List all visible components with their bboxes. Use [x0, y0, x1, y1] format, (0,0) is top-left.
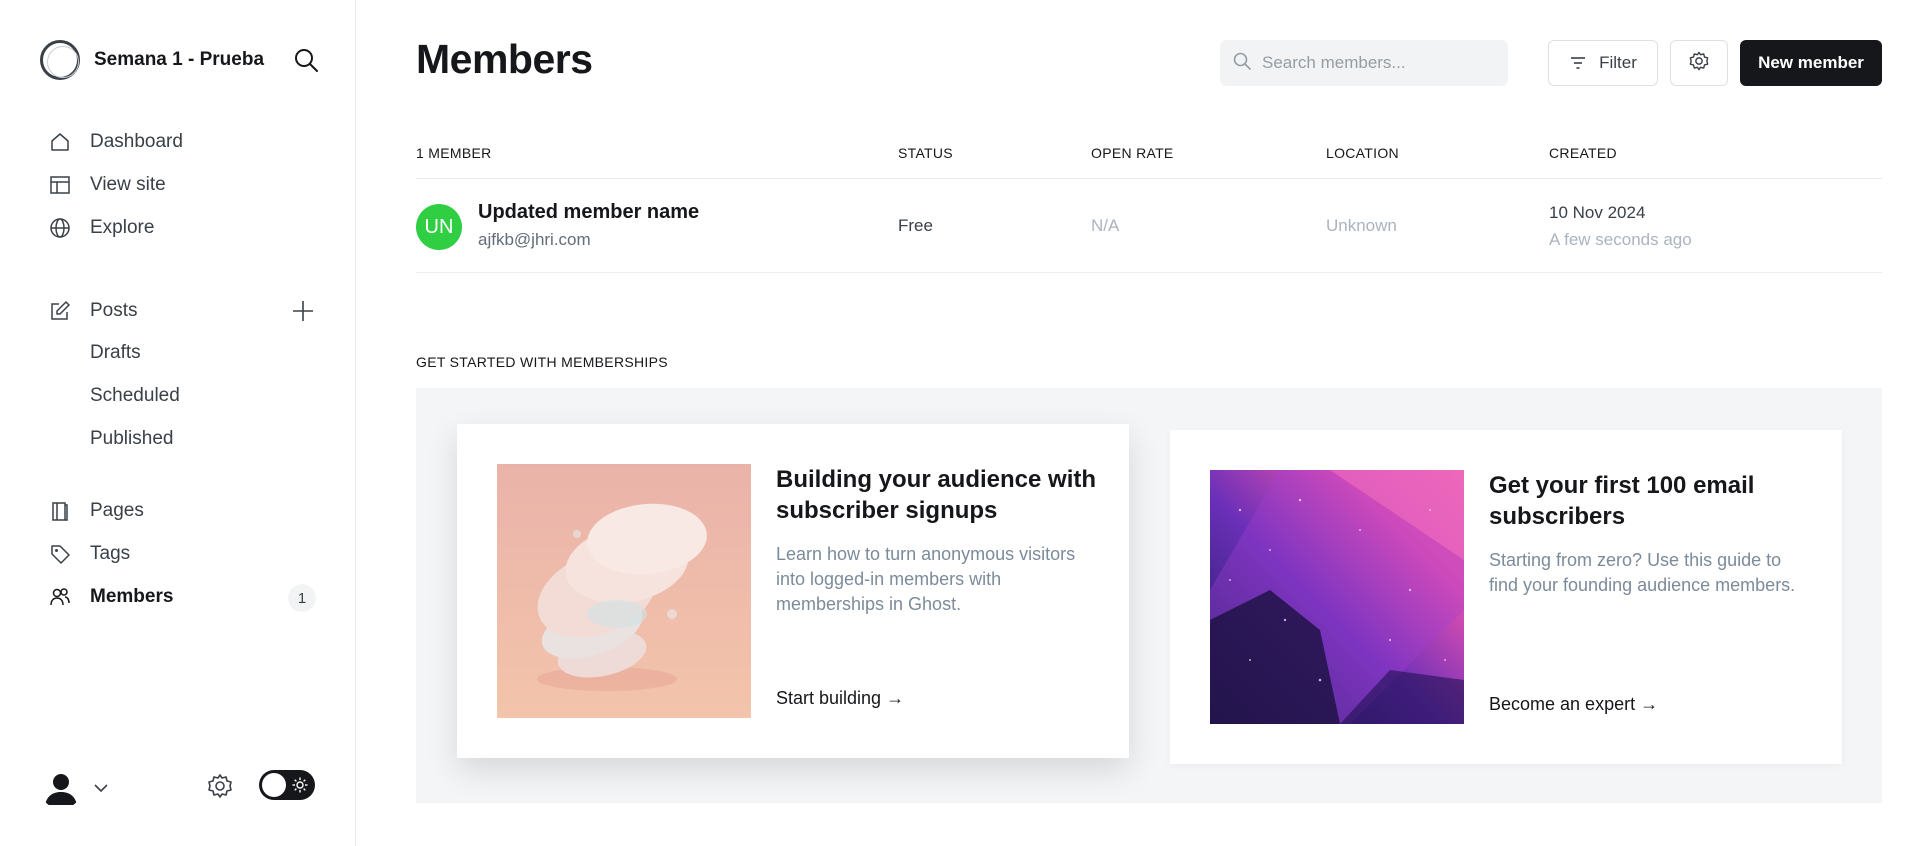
get-started-card[interactable]: Get your first 100 email subscribers Sta…	[1170, 430, 1842, 764]
site-title[interactable]: Semana 1 - Prueba	[94, 49, 274, 71]
tag-icon	[48, 542, 72, 566]
nav-members[interactable]: Members	[48, 580, 173, 614]
nav-label: Members	[90, 586, 174, 607]
search-members-input[interactable]	[1262, 53, 1502, 73]
search-members-box[interactable]	[1220, 40, 1508, 86]
filter-button[interactable]: Filter	[1548, 40, 1658, 86]
card-image-purple-space	[1210, 470, 1464, 724]
filter-label: Filter	[1599, 53, 1637, 72]
home-icon	[48, 130, 72, 154]
card-title: Building your audience with subscriber s…	[776, 466, 1097, 524]
member-created-date: 10 Nov 2024	[1549, 203, 1646, 222]
nav-view-site[interactable]: View site	[48, 168, 166, 202]
nav-label: View site	[90, 174, 166, 195]
nav-posts[interactable]: Posts	[48, 294, 138, 328]
sidebar: Semana 1 - Prueba Dashboard View site Ex…	[0, 0, 356, 846]
nav-pages[interactable]: Pages	[48, 494, 144, 528]
column-header-created: Created	[1549, 145, 1617, 161]
edit-icon	[48, 299, 72, 323]
column-header-status: Status	[898, 145, 953, 161]
become-expert-link[interactable]: Become an expert →	[1489, 694, 1658, 715]
main-content: Members Filter New member 1 member Statu…	[356, 0, 1920, 846]
get-started-heading: GET STARTED WITH MEMBERSHIPS	[416, 354, 668, 370]
toggle-knob	[262, 773, 286, 797]
member-avatar: UN	[416, 204, 462, 250]
new-post-plus-icon[interactable]	[290, 298, 316, 324]
gear-icon	[1688, 50, 1710, 77]
site-logo[interactable]	[40, 40, 80, 80]
card-description: Learn how to turn anonymous visitors int…	[776, 544, 1076, 614]
nav-label: Pages	[90, 500, 144, 521]
layout-icon	[48, 173, 72, 197]
globe-icon	[48, 216, 72, 240]
member-status: Free	[898, 216, 933, 235]
new-member-button[interactable]: New member	[1740, 40, 1882, 86]
nav-dashboard[interactable]: Dashboard	[48, 125, 183, 159]
member-email: ajfkb@jhri.com	[478, 230, 591, 249]
table-divider	[416, 178, 1882, 179]
nav-published[interactable]: Published	[90, 424, 173, 454]
members-count-badge: 1	[288, 584, 316, 612]
member-open-rate: N/A	[1091, 216, 1120, 235]
members-icon	[48, 585, 72, 609]
search-icon[interactable]	[292, 46, 320, 74]
get-started-card[interactable]: Building your audience with subscriber s…	[457, 424, 1129, 758]
sun-icon	[292, 777, 308, 793]
page-title: Members	[416, 36, 593, 82]
member-location: Unknown	[1326, 216, 1397, 235]
chevron-down-icon[interactable]	[93, 780, 109, 796]
column-header-open-rate: Open rate	[1091, 145, 1174, 161]
member-name[interactable]: Updated member name	[478, 201, 699, 224]
user-avatar[interactable]	[40, 767, 82, 809]
nav-label: Posts	[90, 300, 138, 321]
dark-mode-toggle[interactable]	[259, 770, 315, 800]
members-settings-button[interactable]	[1670, 40, 1728, 86]
card-image-abstract-shapes	[497, 464, 751, 718]
column-header-members: 1 member	[416, 145, 492, 161]
nav-scheduled[interactable]: Scheduled	[90, 381, 180, 411]
site-header: Semana 1 - Prueba	[40, 38, 320, 82]
nav-label: Dashboard	[90, 131, 183, 152]
settings-gear-icon[interactable]	[206, 772, 234, 800]
page-icon	[48, 499, 72, 523]
nav-drafts[interactable]: Drafts	[90, 338, 141, 368]
start-building-link[interactable]: Start building →	[776, 688, 904, 709]
table-divider	[416, 272, 1882, 273]
search-icon	[1232, 51, 1252, 76]
card-description: Starting from zero? Use this guide to fi…	[1489, 550, 1796, 595]
card-title: Get your first 100 email subscribers	[1489, 472, 1755, 530]
filter-icon	[1569, 54, 1587, 72]
nav-tags[interactable]: Tags	[48, 537, 130, 571]
nav-label: Tags	[90, 543, 131, 564]
nav-explore[interactable]: Explore	[48, 211, 154, 245]
member-created-ago: A few seconds ago	[1549, 230, 1692, 249]
column-header-location: Location	[1326, 145, 1399, 161]
nav-label: Explore	[90, 217, 155, 238]
